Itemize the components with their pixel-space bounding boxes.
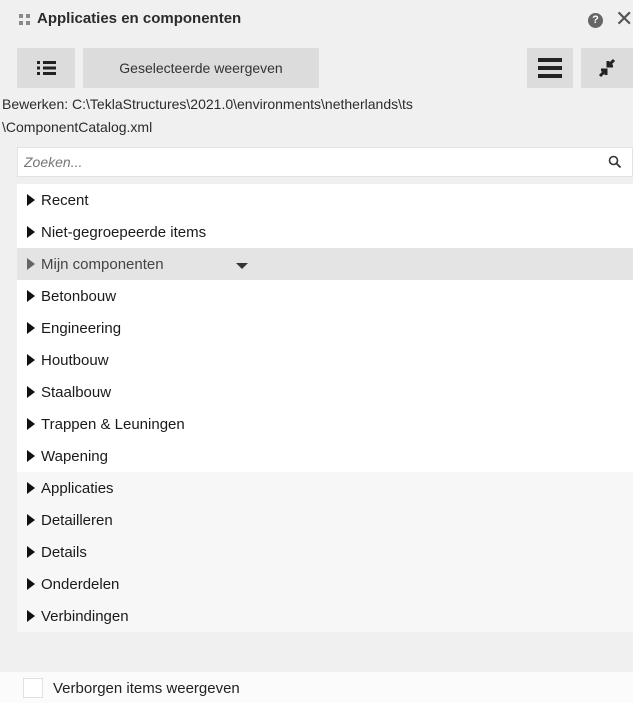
show-hidden-label: Verborgen items weergeven xyxy=(53,680,240,697)
expand-arrow-icon[interactable] xyxy=(27,386,35,398)
tree-item-applicaties[interactable]: Applicaties xyxy=(17,472,633,504)
expand-arrow-icon[interactable] xyxy=(27,514,35,526)
panel-titlebar: Applicaties en componenten ? ✕ xyxy=(0,0,633,40)
tree-item-label: Niet-gegroepeerde items xyxy=(41,224,207,241)
tree-item-label: Recent xyxy=(41,192,89,209)
footer-bar: Verborgen items weergeven xyxy=(0,672,633,703)
expand-arrow-icon[interactable] xyxy=(27,354,35,366)
tree-item-houtbouw[interactable]: Houtbouw xyxy=(17,344,633,376)
tree-item-betonbouw[interactable]: Betonbouw xyxy=(17,280,633,312)
tree-item-label: Applicaties xyxy=(41,480,114,497)
tree-item-label: Staalbouw xyxy=(41,384,112,401)
expand-arrow-icon[interactable] xyxy=(27,258,35,270)
expand-arrow-icon[interactable] xyxy=(27,482,35,494)
panel-title: Applicaties en componenten xyxy=(37,10,242,27)
catalog-path-line1: Bewerken: C:\TeklaStructures\2021.0\envi… xyxy=(2,96,413,112)
expand-arrow-icon[interactable] xyxy=(27,578,35,590)
tree-item-label: Mijn componenten xyxy=(41,256,164,273)
list-icon xyxy=(37,61,56,75)
show-hidden-checkbox[interactable] xyxy=(23,678,43,698)
menu-button[interactable] xyxy=(527,48,573,88)
tree-item-ungrouped[interactable]: Niet-gegroepeerde items xyxy=(17,216,633,248)
tree-item-recent[interactable]: Recent xyxy=(17,184,633,216)
chevron-down-icon[interactable] xyxy=(236,263,248,269)
tree-item-trappen-leuningen[interactable]: Trappen & Leuningen xyxy=(17,408,633,440)
catalog-path-line2: \ComponentCatalog.xml xyxy=(2,119,153,135)
expand-arrow-icon[interactable] xyxy=(27,322,35,334)
tree-item-wapening[interactable]: Wapening xyxy=(17,440,633,472)
close-icon[interactable]: ✕ xyxy=(615,7,633,31)
show-selected-button[interactable]: Geselecteerde weergeven xyxy=(83,48,319,88)
expand-arrow-icon[interactable] xyxy=(27,450,35,462)
expand-arrow-icon[interactable] xyxy=(27,194,35,206)
tree-item-label: Houtbouw xyxy=(41,352,109,369)
drag-handle-icon[interactable] xyxy=(18,13,32,27)
tree-item-label: Engineering xyxy=(41,320,122,337)
expand-arrow-icon[interactable] xyxy=(27,226,35,238)
tree-item-detailleren[interactable]: Detailleren xyxy=(17,504,633,536)
tree-item-onderdelen[interactable]: Onderdelen xyxy=(17,568,633,600)
tree-item-label: Onderdelen xyxy=(41,576,120,593)
tree-item-details[interactable]: Details xyxy=(17,536,633,568)
hamburger-menu-icon xyxy=(538,58,562,78)
help-icon[interactable]: ? xyxy=(588,13,603,28)
list-view-button[interactable] xyxy=(17,48,75,88)
tree-item-staalbouw[interactable]: Staalbouw xyxy=(17,376,633,408)
search-icon[interactable] xyxy=(608,155,622,169)
tree-item-engineering[interactable]: Engineering xyxy=(17,312,633,344)
search-box xyxy=(17,147,633,177)
tree-item-label: Details xyxy=(41,544,87,561)
tree-empty-area xyxy=(17,638,633,670)
tree-item-label: Wapening xyxy=(41,448,108,465)
search-input[interactable] xyxy=(24,152,584,172)
expand-arrow-icon[interactable] xyxy=(27,290,35,302)
tree-item-label: Detailleren xyxy=(41,512,113,529)
tree-item-label: Trappen & Leuningen xyxy=(41,416,185,433)
tree-item-my-components[interactable]: Mijn componenten xyxy=(17,248,633,280)
expand-arrow-icon[interactable] xyxy=(27,418,35,430)
collapse-panel-button[interactable] xyxy=(581,48,633,88)
tree-item-label: Verbindingen xyxy=(41,608,129,625)
expand-arrow-icon[interactable] xyxy=(27,610,35,622)
collapse-arrows-icon xyxy=(598,58,616,78)
tree-item-verbindingen[interactable]: Verbindingen xyxy=(17,600,633,632)
tree-item-label: Betonbouw xyxy=(41,288,117,305)
expand-arrow-icon[interactable] xyxy=(27,546,35,558)
